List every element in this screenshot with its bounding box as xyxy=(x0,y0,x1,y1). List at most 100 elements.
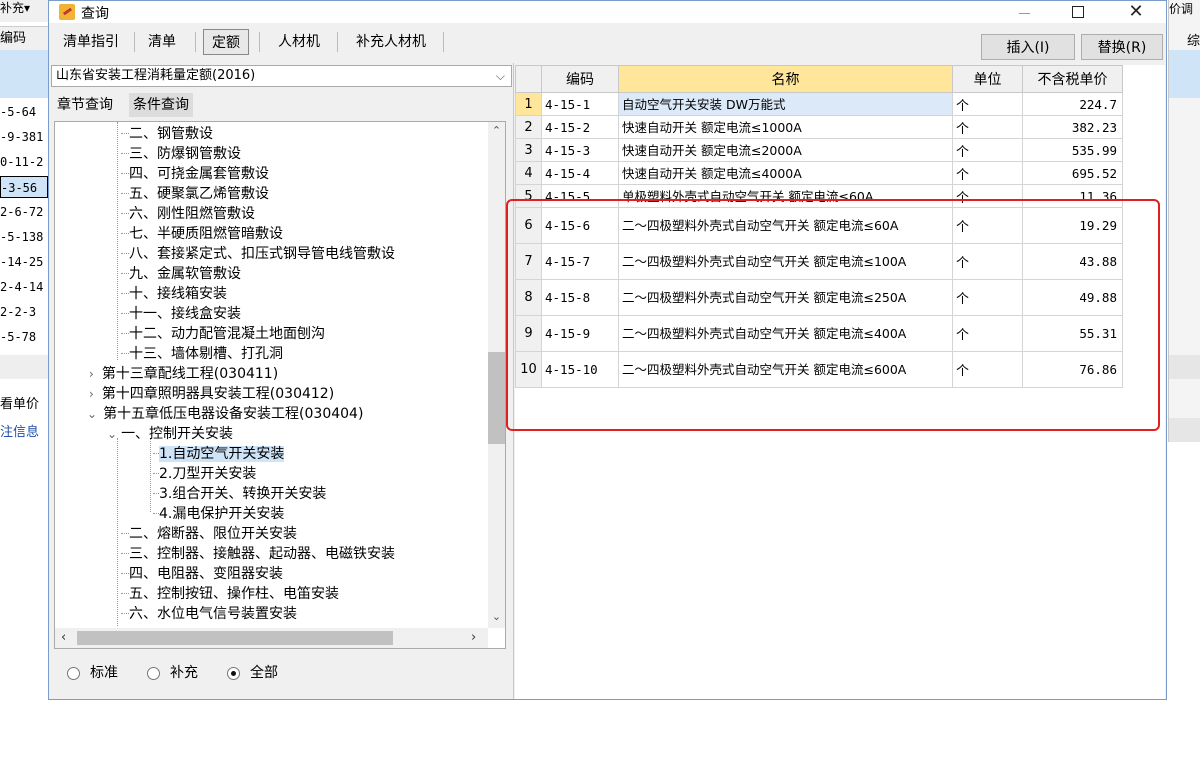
tree-node[interactable]: 二、熔断器、限位开关安装 xyxy=(121,524,297,544)
bg-row[interactable]: 2-4-14 xyxy=(0,276,48,298)
bg-row[interactable]: -14-25 xyxy=(0,251,48,273)
subtab-chapter[interactable]: 章节查询 xyxy=(57,93,113,117)
cell-code[interactable]: 4-15-6 xyxy=(541,207,619,244)
chevron-right-icon[interactable]: › xyxy=(89,387,94,401)
cell-price[interactable]: 76.86 xyxy=(1022,351,1123,388)
cell-name[interactable]: 二～四极塑料外壳式自动空气开关 额定电流≤600A xyxy=(618,351,953,388)
close-button[interactable]: ✕ xyxy=(1113,1,1159,23)
tree-node-chapter-14[interactable]: › 第十四章照明器具安装工程(030412) xyxy=(89,384,334,404)
cell-code[interactable]: 4-15-2 xyxy=(541,115,619,139)
bg-label-notes[interactable]: 注信息 xyxy=(0,421,48,440)
subtab-condition[interactable]: 条件查询 xyxy=(129,93,193,117)
cell-unit[interactable]: 个 xyxy=(952,351,1023,388)
tree-node[interactable]: 十二、动力配管混凝土地面刨沟 xyxy=(121,324,325,344)
cell-name[interactable]: 单极塑料外壳式自动空气开关 额定电流≤60A xyxy=(618,184,953,208)
cell-name[interactable]: 自动空气开关安装 DW万能式 xyxy=(618,92,953,116)
tree-node[interactable]: 四、可挠金属套管敷设 xyxy=(121,164,269,184)
cell-unit[interactable]: 个 xyxy=(952,115,1023,139)
bg-row[interactable]: 2-6-72 xyxy=(0,201,48,223)
table-row[interactable]: 3 4-15-3 快速自动开关 额定电流≤2000A 个 535.99 xyxy=(515,138,1123,162)
cell-price[interactable]: 535.99 xyxy=(1022,138,1123,162)
cell-price[interactable]: 19.29 xyxy=(1022,207,1123,244)
cell-name[interactable]: 二～四极塑料外壳式自动空气开关 额定电流≤60A xyxy=(618,207,953,244)
cell-code[interactable]: 4-15-9 xyxy=(541,315,619,352)
replace-button[interactable]: 替换(R) xyxy=(1081,34,1163,60)
tab-labor-material[interactable]: 人材机 xyxy=(269,29,329,55)
bg-row[interactable]: -5-78 xyxy=(0,326,48,348)
scroll-down-icon[interactable]: ⌄ xyxy=(488,610,505,623)
bg-row[interactable]: -5-64 xyxy=(0,101,48,123)
insert-button[interactable]: 插入(I) xyxy=(981,34,1075,60)
table-row[interactable]: 4 4-15-4 快速自动开关 额定电流≤4000A 个 695.52 xyxy=(515,161,1123,185)
cell-price[interactable]: 224.7 xyxy=(1022,92,1123,116)
cell-name[interactable]: 二～四极塑料外壳式自动空气开关 额定电流≤400A xyxy=(618,315,953,352)
tree-node[interactable]: 五、硬聚氯乙烯管敷设 xyxy=(121,184,269,204)
cell-name[interactable]: 快速自动开关 额定电流≤1000A xyxy=(618,115,953,139)
cell-code[interactable]: 4-15-10 xyxy=(541,351,619,388)
bg-row[interactable]: -9-381 xyxy=(0,126,48,148)
scroll-left-icon[interactable]: ‹ xyxy=(61,630,66,645)
scroll-thumb[interactable] xyxy=(77,631,393,645)
cell-price[interactable]: 43.88 xyxy=(1022,243,1123,280)
cell-unit[interactable]: 个 xyxy=(952,315,1023,352)
bg-row[interactable]: 2-2-3 xyxy=(0,301,48,323)
tree-node[interactable]: 三、控制器、接触器、起动器、电磁铁安装 xyxy=(121,544,395,564)
cell-name[interactable]: 快速自动开关 额定电流≤2000A xyxy=(618,138,953,162)
radio-supplement[interactable]: 补充 xyxy=(147,663,198,683)
cell-price[interactable]: 49.88 xyxy=(1022,279,1123,316)
scroll-up-icon[interactable]: ⌃ xyxy=(488,124,505,137)
tree-node[interactable]: 六、水位电气信号装置安装 xyxy=(121,604,297,624)
cell-code[interactable]: 4-15-8 xyxy=(541,279,619,316)
cell-name[interactable]: 二～四极塑料外壳式自动空气开关 额定电流≤250A xyxy=(618,279,953,316)
tree-node[interactable]: 四、电阻器、变阻器安装 xyxy=(121,564,283,584)
tree-node[interactable]: 2.刀型开关安装 xyxy=(153,464,256,484)
scroll-right-icon[interactable]: › xyxy=(471,630,476,645)
tree-node-chapter-13[interactable]: › 第十三章配线工程(030411) xyxy=(89,364,278,384)
cell-unit[interactable]: 个 xyxy=(952,279,1023,316)
bg-row[interactable]: -5-138 xyxy=(0,226,48,248)
tree-node[interactable]: 六、刚性阻燃管敷设 xyxy=(121,204,255,224)
bg-label-view-price[interactable]: 看单价 xyxy=(0,393,48,412)
table-row[interactable]: 10 4-15-10 二～四极塑料外壳式自动空气开关 额定电流≤600A 个 7… xyxy=(515,351,1123,388)
tree-node[interactable]: 十三、墙体剔槽、打孔洞 xyxy=(121,344,283,364)
tab-bill-guide[interactable]: 清单指引 xyxy=(53,29,129,55)
maximize-button[interactable] xyxy=(1055,1,1101,23)
radio-all[interactable]: 全部 xyxy=(227,663,278,683)
table-row[interactable]: 1 4-15-1 自动空气开关安装 DW万能式 个 224.7 xyxy=(515,92,1123,116)
table-row[interactable]: 2 4-15-2 快速自动开关 额定电流≤1000A 个 382.23 xyxy=(515,115,1123,139)
cell-code[interactable]: 4-15-5 xyxy=(541,184,619,208)
scroll-thumb[interactable] xyxy=(488,352,505,444)
minimize-button[interactable] xyxy=(1001,1,1047,23)
cell-name[interactable]: 快速自动开关 额定电流≤4000A xyxy=(618,161,953,185)
tree-node[interactable]: 4.漏电保护开关安装 xyxy=(153,504,284,524)
col-header-unit[interactable]: 单位 xyxy=(952,65,1023,93)
table-row[interactable]: 6 4-15-6 二～四极塑料外壳式自动空气开关 额定电流≤60A 个 19.2… xyxy=(515,207,1123,244)
cell-code[interactable]: 4-15-1 xyxy=(541,92,619,116)
cell-unit[interactable]: 个 xyxy=(952,243,1023,280)
cell-code[interactable]: 4-15-4 xyxy=(541,161,619,185)
col-header-code[interactable]: 编码 xyxy=(541,65,619,93)
cell-name[interactable]: 二～四极塑料外壳式自动空气开关 额定电流≤100A xyxy=(618,243,953,280)
tree-node[interactable]: 二、钢管敷设 xyxy=(121,124,213,144)
tree-node[interactable]: 九、金属软管敷设 xyxy=(121,264,241,284)
tree-node[interactable]: 3.组合开关、转换开关安装 xyxy=(153,484,326,504)
cell-unit[interactable]: 个 xyxy=(952,92,1023,116)
table-row[interactable]: 7 4-15-7 二～四极塑料外壳式自动空气开关 额定电流≤100A 个 43.… xyxy=(515,243,1123,280)
tree-horizontal-scrollbar[interactable]: ‹ › xyxy=(55,628,488,648)
tree-node[interactable]: 八、套接紧定式、扣压式钢导管电线管敷设 xyxy=(121,244,395,264)
cell-price[interactable]: 382.23 xyxy=(1022,115,1123,139)
cell-unit[interactable]: 个 xyxy=(952,184,1023,208)
tree-vertical-scrollbar[interactable]: ⌃ ⌄ xyxy=(488,122,505,628)
tree-node[interactable]: 七、半硬质阻燃管暗敷设 xyxy=(121,224,283,244)
cell-code[interactable]: 4-15-7 xyxy=(541,243,619,280)
radio-standard[interactable]: 标准 xyxy=(67,663,118,683)
cell-unit[interactable]: 个 xyxy=(952,207,1023,244)
tab-quota[interactable]: 定额 xyxy=(203,29,249,55)
chevron-down-icon[interactable]: ⌄ xyxy=(107,427,117,441)
bg-row[interactable]: 0-11-2 xyxy=(0,151,48,173)
cell-unit[interactable]: 个 xyxy=(952,161,1023,185)
tab-bill[interactable]: 清单 xyxy=(139,29,185,55)
tree-node[interactable]: 十、接线箱安装 xyxy=(121,284,227,304)
table-row[interactable]: 8 4-15-8 二～四极塑料外壳式自动空气开关 额定电流≤250A 个 49.… xyxy=(515,279,1123,316)
tree-node-chapter-15[interactable]: ⌄ 第十五章低压电器设备安装工程(030404) xyxy=(87,404,363,424)
